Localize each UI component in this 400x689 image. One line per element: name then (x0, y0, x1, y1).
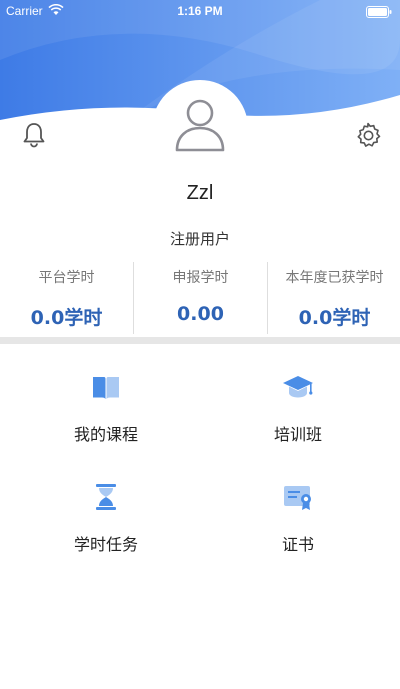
stat-label: 平台学时 (38, 270, 95, 286)
stat-platform-hours[interactable]: 平台学时 0.0学时 (0, 260, 133, 336)
avatar[interactable] (152, 80, 248, 176)
stat-value: 0.00 (177, 303, 224, 325)
stat-value: 0.0学时 (30, 307, 103, 329)
section-divider (0, 337, 400, 344)
menu-label: 培训班 (273, 425, 322, 444)
menu-training-class[interactable]: 培训班 (198, 371, 398, 471)
user-avatar-icon (175, 99, 225, 152)
hourglass-icon (96, 484, 116, 510)
menu-label: 证书 (281, 535, 314, 554)
menu-study-hour-tasks[interactable]: 学时任务 (6, 481, 206, 581)
stat-label: 申报学时 (172, 270, 229, 286)
menu-label: 我的课程 (73, 425, 138, 444)
stat-declared-hours[interactable]: 申报学时 0.00 (134, 260, 267, 336)
menu-label: 学时任务 (73, 535, 138, 554)
menu-certificate[interactable]: 证书 (198, 481, 398, 581)
certificate-icon (284, 486, 311, 510)
settings-gear-icon[interactable] (355, 122, 381, 152)
graduation-cap-icon (283, 376, 313, 398)
book-icon (93, 377, 119, 399)
battery-icon (366, 6, 392, 21)
notification-bell-icon[interactable] (22, 122, 46, 152)
menu-my-courses[interactable]: 我的课程 (6, 371, 206, 471)
stat-label: 本年度已获学时 (285, 270, 384, 286)
status-time: 1:16 PM (177, 4, 223, 18)
status-bar: Carrier 1:16 PM (0, 0, 400, 22)
user-role: 注册用户 (169, 230, 230, 248)
stat-annual-hours[interactable]: 本年度已获学时 0.0学时 (268, 260, 400, 336)
stat-value: 0.0学时 (298, 307, 371, 329)
username: Zzl (186, 182, 214, 204)
study-hours-stats: 平台学时 0.0学时 申报学时 0.00 本年度已获学时 0.0学时 (0, 260, 400, 336)
